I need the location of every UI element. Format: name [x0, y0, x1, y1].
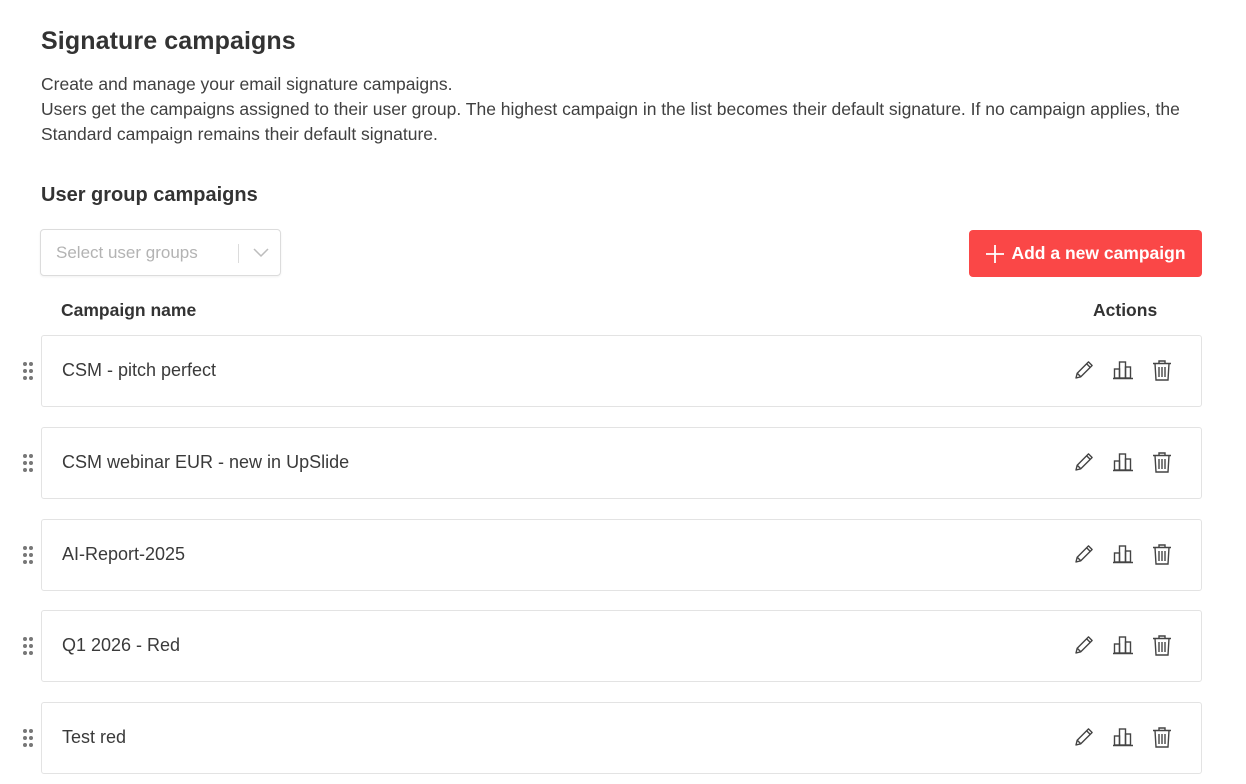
page-title: Signature campaigns: [41, 27, 296, 55]
user-groups-select-placeholder: Select user groups: [56, 243, 198, 262]
campaign-row[interactable]: AI-Report-2025: [41, 519, 1202, 591]
pencil-icon[interactable]: [1071, 723, 1097, 751]
pencil-icon[interactable]: [1071, 356, 1097, 384]
chevron-down-icon[interactable]: [251, 245, 271, 261]
description-line-1: Create and manage your email signature c…: [41, 74, 453, 94]
pencil-icon[interactable]: [1071, 448, 1097, 476]
column-header-campaign-name: Campaign name: [61, 300, 197, 320]
drag-handle-icon[interactable]: [22, 545, 34, 565]
section-title: User group campaigns: [41, 184, 258, 206]
trash-icon[interactable]: [1149, 356, 1175, 384]
drag-handle-icon[interactable]: [22, 728, 34, 748]
campaign-name: CSM webinar EUR - new in UpSlide: [62, 452, 350, 472]
bar-chart-icon[interactable]: [1110, 723, 1136, 751]
trash-icon[interactable]: [1149, 540, 1175, 568]
campaign-name: Test red: [62, 727, 127, 747]
drag-handle-icon[interactable]: [22, 453, 34, 473]
user-groups-select[interactable]: Select user groups: [40, 229, 281, 276]
campaign-row[interactable]: CSM webinar EUR - new in UpSlide: [41, 427, 1202, 499]
pencil-icon[interactable]: [1071, 631, 1097, 659]
plus-icon: [986, 244, 1005, 263]
pencil-icon[interactable]: [1071, 540, 1097, 568]
bar-chart-icon[interactable]: [1110, 631, 1136, 659]
campaign-name: Q1 2026 - Red: [62, 635, 181, 655]
add-campaign-button-label: Add a new campaign: [1011, 243, 1186, 263]
column-header-actions: Actions: [1093, 300, 1158, 320]
add-campaign-button[interactable]: Add a new campaign: [969, 230, 1202, 277]
trash-icon[interactable]: [1149, 631, 1175, 659]
drag-handle-icon[interactable]: [22, 361, 34, 381]
campaign-row[interactable]: Test red: [41, 702, 1202, 774]
select-separator: [238, 244, 239, 263]
trash-icon[interactable]: [1149, 448, 1175, 476]
campaign-name: CSM - pitch perfect: [62, 360, 217, 380]
bar-chart-icon[interactable]: [1110, 356, 1136, 384]
page-description: Create and manage your email signature c…: [41, 72, 1191, 147]
campaign-row[interactable]: Q1 2026 - Red: [41, 610, 1202, 682]
signature-campaigns-page: Signature campaigns Create and manage yo…: [0, 0, 1246, 784]
bar-chart-icon[interactable]: [1110, 540, 1136, 568]
bar-chart-icon[interactable]: [1110, 448, 1136, 476]
campaign-name: AI-Report-2025: [62, 544, 186, 564]
description-line-2: Users get the campaigns assigned to thei…: [41, 99, 1180, 144]
campaign-row[interactable]: CSM - pitch perfect: [41, 335, 1202, 407]
drag-handle-icon[interactable]: [22, 636, 34, 656]
trash-icon[interactable]: [1149, 723, 1175, 751]
